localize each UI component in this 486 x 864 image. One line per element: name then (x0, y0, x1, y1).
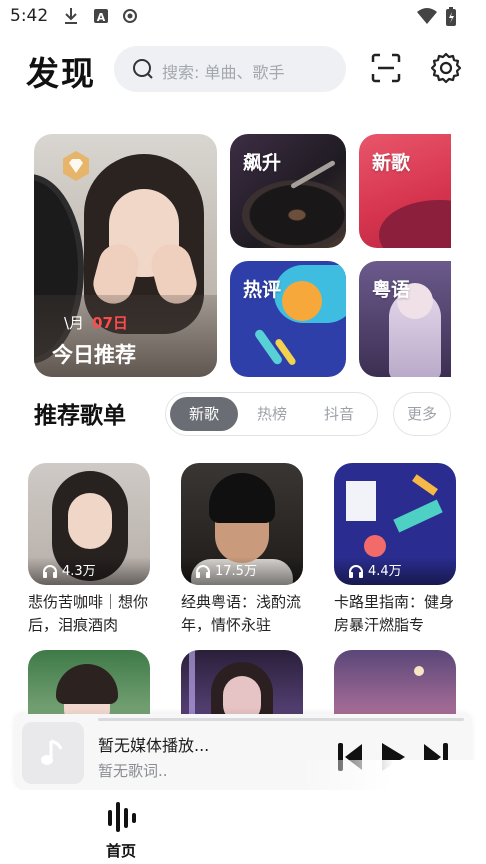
status-time: 5:42 (10, 6, 49, 26)
battery-icon (446, 7, 456, 26)
playlist-item[interactable]: 17.5万 经典粤语：浅酌流年，情怀永驻 (181, 463, 303, 637)
playlist-name: 经典粤语：浅酌流年，情怀永驻 (181, 593, 302, 634)
chart-card-hot-comments[interactable]: 热评 (230, 261, 346, 377)
playlist-item[interactable]: 4.3万 悲伤苦咖啡｜想你后，泪痕酒肉 (28, 463, 150, 637)
turntable-image (242, 180, 346, 248)
now-playing-lyrics: 暂无歌词.. (98, 762, 168, 780)
headphones-icon (196, 565, 210, 578)
headphones-icon (43, 565, 57, 578)
playlist-name: 卡路里指南：健身房暴汗燃脂专 (334, 593, 455, 634)
bottom-nav: 首页 (0, 760, 486, 864)
vip-diamond-icon (63, 151, 89, 181)
card-label: 新歌 (372, 152, 411, 174)
wifi-icon (417, 8, 437, 24)
music-note-icon (41, 739, 63, 765)
status-bar: 5:42 A (0, 0, 486, 34)
scan-icon[interactable] (370, 52, 402, 84)
section-title: 推荐歌单 (34, 403, 126, 429)
chart-card-rising[interactable]: 飙升 (230, 134, 346, 248)
playlist-name: 悲伤苦咖啡｜想你后，泪痕酒肉 (28, 593, 149, 634)
card-label: 热评 (243, 279, 282, 301)
play-count: 4.3万 (28, 557, 150, 585)
now-playing-title: 暂无媒体播放... (98, 736, 210, 755)
search-bar[interactable]: 搜索: 单曲、歌手 (114, 46, 346, 92)
chart-card-cantonese[interactable]: 粤语 (359, 261, 451, 377)
more-button[interactable]: 更多 (393, 392, 451, 436)
nav-label-home: 首页 (106, 842, 137, 860)
record-icon (123, 9, 137, 23)
equalizer-icon (108, 802, 136, 832)
card-label: 粤语 (372, 279, 411, 301)
date-label: \月 07日 (64, 314, 128, 332)
settings-icon[interactable] (430, 52, 462, 84)
page-title: 发现 (26, 54, 96, 93)
a-box-icon: A (94, 9, 108, 24)
date-day: 07日 (92, 314, 128, 332)
playlist-tabs: 新歌 热榜 抖音 (165, 392, 378, 436)
download-icon (65, 8, 77, 24)
play-count: 4.4万 (334, 557, 456, 585)
playlist-cover: 4.4万 (334, 463, 456, 585)
card-label: 飙升 (243, 152, 282, 174)
progress-bar[interactable] (98, 718, 464, 721)
play-count: 17.5万 (181, 557, 303, 585)
chart-card-new[interactable]: 新歌 (359, 134, 451, 248)
search-placeholder: 搜索: 单曲、歌手 (162, 63, 285, 82)
tab-hot-chart[interactable]: 热榜 (238, 397, 306, 431)
svg-text:A: A (97, 11, 106, 24)
tab-douyin[interactable]: 抖音 (305, 397, 373, 431)
search-icon (133, 59, 153, 79)
daily-recommend-card[interactable]: \月 07日 今日推荐 (34, 134, 217, 377)
now-playing-art (22, 722, 84, 784)
playlist-item[interactable]: 4.4万 卡路里指南：健身房暴汗燃脂专 (334, 463, 456, 637)
daily-recommend-title: 今日推荐 (52, 343, 136, 367)
playlist-cover: 4.3万 (28, 463, 150, 585)
tab-new-songs[interactable]: 新歌 (170, 397, 238, 431)
playlist-cover: 17.5万 (181, 463, 303, 585)
headphones-icon (349, 565, 363, 578)
